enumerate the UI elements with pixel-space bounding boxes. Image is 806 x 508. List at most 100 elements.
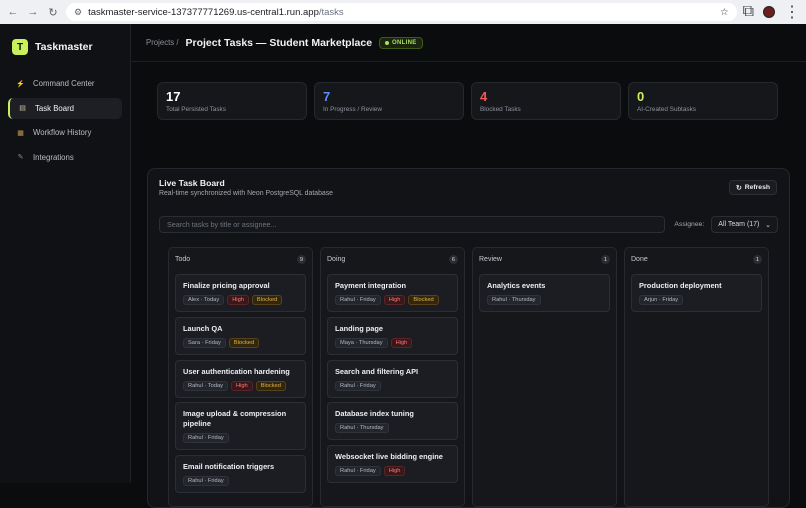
task-title: Landing page (335, 323, 384, 333)
task-title: Database index tuning (335, 409, 414, 419)
address-bar[interactable]: ⚙ taskmaster-service-137377771269.us-cen… (66, 3, 737, 21)
column-count-badge: 9 (297, 255, 306, 264)
task-title: Production deployment (639, 281, 722, 290)
stat-label: AI-Created Subtasks (637, 106, 696, 113)
kanban-columns: Todo 9 Finalize pricing approval Alex · Tod… (148, 247, 789, 507)
kanban-column-done: Done 1 Production deployment Arjun · Friday (624, 247, 769, 507)
column-title: Todo (175, 256, 191, 263)
blocked-tag: Blocked (408, 295, 439, 305)
assignee-select[interactable]: All Team (17) ⌄ (711, 216, 778, 233)
refresh-icon: ↻ (735, 184, 742, 192)
assignee-due-chip: Maya · Thursday (335, 337, 388, 348)
task-title: Websocket live bidding engine (335, 452, 443, 462)
kanban-column-review: Review 1 Analytics events Rahul · Thursday (472, 247, 617, 507)
assignee-value: All Team (17) (718, 221, 760, 228)
task-card[interactable]: Image upload & compression pipeline Rahul… (175, 402, 306, 451)
column-header: Todo 9 (175, 253, 306, 266)
task-card[interactable]: Analytics events Rahul · Thursday (479, 274, 610, 312)
task-meta: Rahul · Friday (183, 476, 298, 487)
task-board-panel: Live Task Board Real-time synchronized w… (147, 168, 790, 508)
status-label: ONLINE (392, 39, 417, 46)
task-card[interactable]: Email notification triggers Rahul · Frida… (175, 455, 306, 494)
task-title: Finalize pricing approval (183, 281, 270, 290)
task-card[interactable]: Search and filtering API Rahul · Friday (327, 359, 458, 398)
task-title: Payment integration (335, 281, 407, 290)
back-icon[interactable]: ← (6, 5, 20, 19)
brand: T Taskmaster (8, 36, 122, 73)
assignee-due-chip: Rahul · Thursday (335, 423, 389, 434)
bookmark-star-icon[interactable]: ☆ (720, 7, 729, 18)
chevron-down-icon: ⌄ (765, 221, 771, 229)
column-title: Done (631, 256, 648, 263)
search-input[interactable] (159, 216, 666, 233)
task-card[interactable]: Launch QA Sara · Friday Blocked (175, 316, 306, 355)
task-card[interactable]: Finalize pricing approval Alex · Today Hig… (175, 274, 306, 312)
sidebar-item-label: Task Board (35, 103, 75, 113)
stat-value: 7 (323, 89, 331, 104)
sidebar-item-integrations[interactable]: ✎ Integrations (8, 147, 122, 168)
high-tag: High (383, 466, 406, 477)
browser-toolbar: ← → ↻ ⚙ taskmaster-service-137377771269.… (0, 0, 806, 24)
stat-card: 0 AI-Created Subtasks (628, 82, 778, 120)
clipboard-icon: ▤ (19, 105, 26, 112)
assignee-due-chip: Rahul · Friday (335, 295, 381, 305)
assignee-due-chip: Rahul · Friday (183, 433, 229, 444)
task-card[interactable]: Websocket live bidding engine Rahul · Fri… (327, 445, 458, 484)
breadcrumb[interactable]: Projects / (146, 38, 179, 47)
app-name: Taskmaster (35, 41, 93, 53)
panel-title: Live Task Board (159, 178, 225, 188)
site-settings-icon[interactable]: ⚙ (74, 7, 82, 18)
task-card[interactable]: Production deployment Arjun · Friday (631, 274, 762, 312)
assignee-due-chip: Rahul · Friday (183, 476, 229, 487)
archive-icon: ▦ (17, 129, 24, 137)
refresh-label: Refresh (744, 184, 770, 191)
sidebar-item-task-board[interactable]: ▤ Task Board (8, 97, 122, 119)
panel-subtitle: Real-time synchronized with Neon Postgre… (159, 190, 334, 197)
refresh-button[interactable]: ↻ Refresh (728, 180, 777, 195)
stat-label: In Progress / Review (323, 106, 382, 113)
sidebar-item-command-center[interactable]: ⚡ Command Center (8, 73, 122, 94)
task-card[interactable]: Database index tuning Rahul · Thursday (327, 402, 458, 441)
assignee-due-chip: Rahul · Friday (335, 466, 381, 477)
task-meta: Rahul · Friday (183, 433, 298, 444)
stat-card: 7 In Progress / Review (314, 82, 464, 120)
column-header: Doing 6 (327, 253, 458, 266)
column-title: Review (479, 256, 502, 263)
sidebar-item-workflow-history[interactable]: ▦ Workflow History (8, 122, 122, 143)
menu-icon[interactable]: ⋮ (784, 2, 800, 22)
task-card[interactable]: Payment integration Rahul · Friday High Blo… (327, 274, 458, 312)
task-meta: Rahul · Friday High Blocked (335, 295, 450, 305)
sidebar-item-label: Integrations (33, 152, 74, 162)
extensions-icon[interactable]: ⧉ (743, 3, 754, 21)
task-card[interactable]: Landing page Maya · Thursday High (327, 316, 458, 355)
url-path: /tasks (318, 6, 344, 18)
assignee-due-chip: Rahul · Friday (335, 380, 381, 391)
column-header: Review 1 (479, 253, 610, 266)
task-title: User authentication hardening (183, 366, 290, 376)
lightning-icon: ⚡ (16, 80, 25, 88)
task-title: Email notification triggers (183, 462, 275, 472)
task-meta: Rahul · Thursday (487, 295, 602, 305)
assignee-due-chip: Alex · Today (183, 295, 225, 305)
app-window: T Taskmaster ⚡ Command Center ▤ Task Boa… (0, 24, 806, 508)
task-meta: Maya · Thursday High (335, 337, 450, 348)
forward-icon[interactable]: → (26, 5, 40, 19)
assignee-due-chip: Rahul · Thursday (487, 295, 541, 305)
high-tag: High (231, 380, 253, 391)
task-meta: Alex · Today High Blocked (183, 295, 298, 305)
column-header: Done 1 (631, 253, 762, 266)
profile-avatar[interactable] (763, 6, 775, 18)
task-title: Launch QA (183, 323, 223, 333)
task-title: Search and filtering API (335, 366, 419, 376)
stat-value: 17 (166, 89, 181, 104)
stat-label: Blocked Tasks (480, 106, 521, 113)
task-title: Analytics events (487, 281, 546, 290)
task-card[interactable]: User authentication hardening Rahul · Tod… (175, 359, 306, 398)
reload-icon[interactable]: ↻ (46, 5, 60, 19)
app-logo: T (12, 39, 28, 55)
stat-value: 0 (637, 89, 645, 104)
blocked-tag: Blocked (255, 380, 286, 391)
stats-row: 17 Total Persisted Tasks 7 In Progress /… (131, 62, 806, 120)
stat-card: 17 Total Persisted Tasks (157, 82, 307, 120)
column-title: Doing (327, 256, 346, 263)
